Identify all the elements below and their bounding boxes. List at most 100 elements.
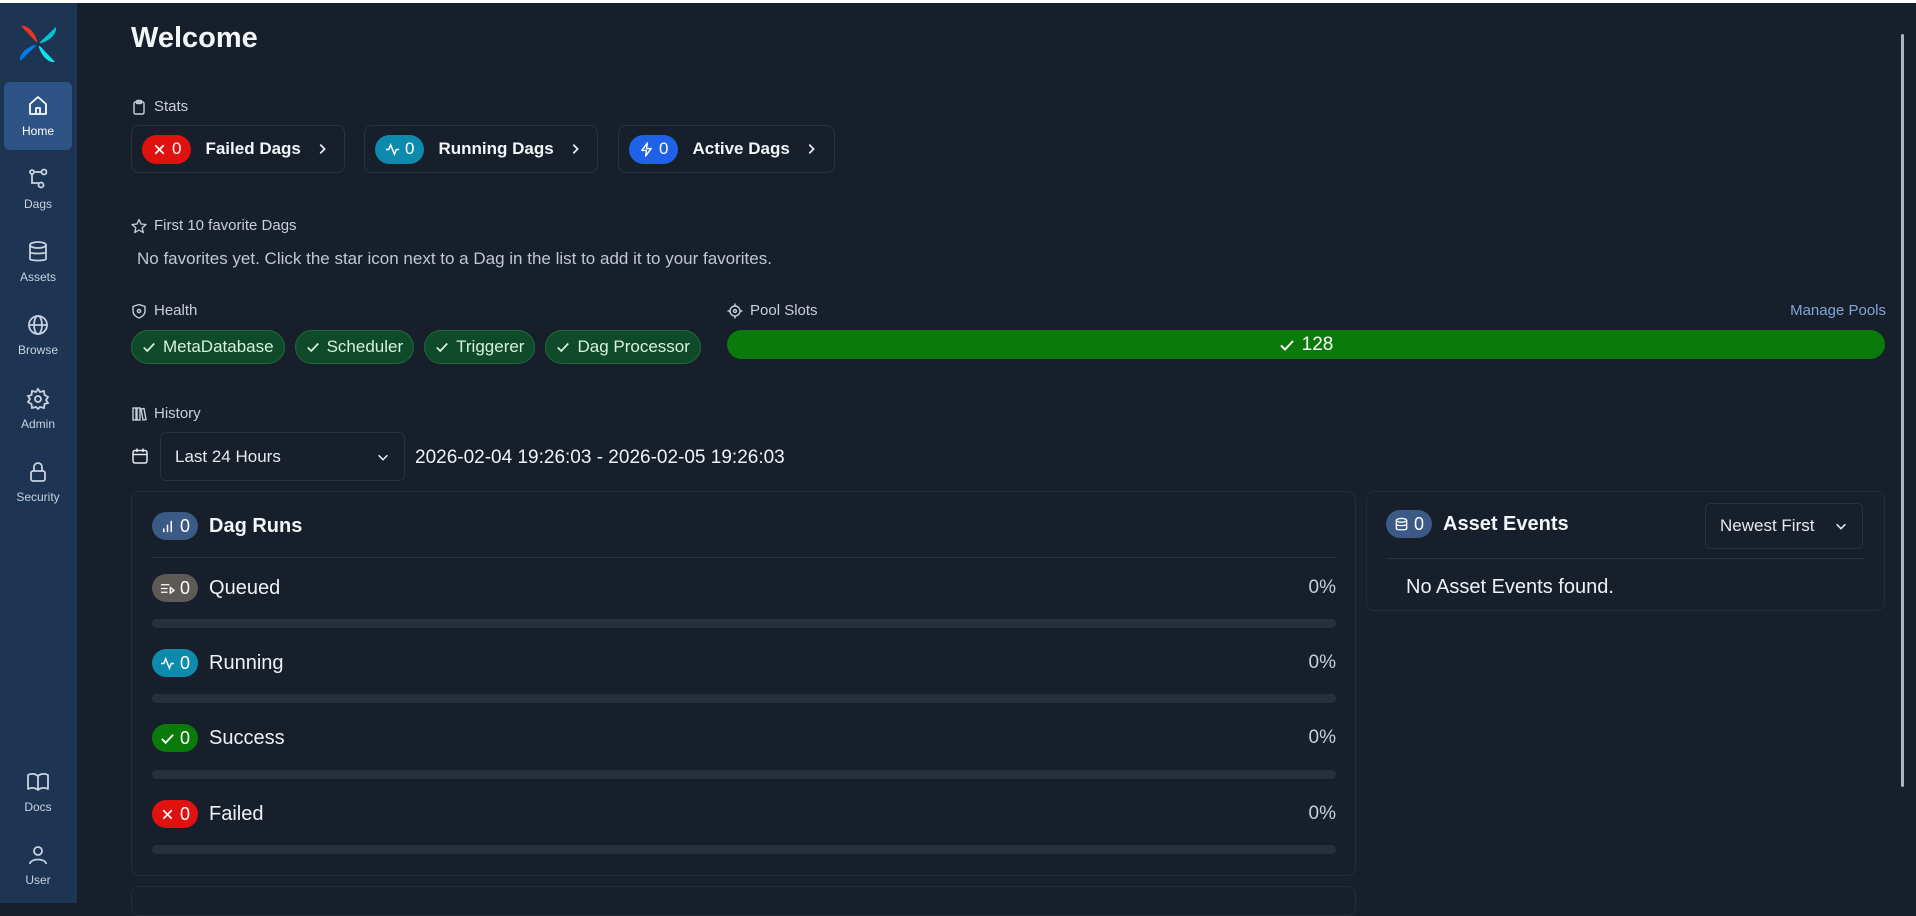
sort-value: Newest First	[1720, 516, 1815, 535]
asset-events-title: Asset Events	[1443, 512, 1569, 535]
check-icon	[143, 342, 155, 353]
chevron-down-icon	[1836, 523, 1846, 530]
pool-slots-value: 128	[1301, 333, 1334, 355]
chevron-down-icon	[378, 454, 388, 461]
active-dags-title: Active Dags	[692, 139, 790, 158]
sidebar-item-docs[interactable]: Docs	[4, 758, 72, 826]
sidebar-item-dags[interactable]: Dags	[4, 155, 72, 223]
queued-count: 0	[180, 577, 191, 598]
history-label: History	[154, 405, 201, 422]
active-dags-count: 0	[659, 139, 669, 158]
manage-pools-link[interactable]: Manage Pools	[1790, 302, 1886, 319]
home-icon	[29, 96, 47, 115]
sidebar-item-label: Docs	[24, 800, 52, 814]
failed-progress-bar	[152, 845, 1336, 854]
bar-chart-icon	[163, 520, 172, 532]
check-icon	[557, 342, 570, 353]
state-row-failed: 0 Failed 0%	[152, 800, 1336, 828]
failed-dags-title: Failed Dags	[205, 139, 301, 158]
x-icon	[162, 809, 173, 819]
page-scrollbar[interactable]	[1901, 34, 1904, 787]
state-row-queued: 0 Queued 0%	[152, 574, 1336, 602]
health-section-label: Health	[131, 302, 197, 319]
sidebar: Home Dags Assets Browse Admin Security D…	[0, 3, 77, 903]
queue-icon	[160, 583, 175, 594]
failed-dags-count: 0	[172, 139, 182, 158]
shield-icon	[132, 303, 146, 319]
running-dags-count: 0	[405, 139, 415, 158]
running-label: Running	[209, 651, 284, 674]
asset-events-count-badge: 0	[1386, 510, 1433, 538]
success-progress-bar	[152, 770, 1336, 779]
state-row-running: 0 Running 0%	[152, 649, 1336, 677]
success-badge: 0	[152, 724, 199, 752]
page-title: Welcome	[131, 22, 258, 54]
health-dag-processor-badge: Dag Processor	[545, 330, 701, 364]
running-badge: 0	[152, 649, 199, 677]
check-icon	[436, 342, 449, 353]
sidebar-item-security[interactable]: Security	[4, 448, 72, 516]
failed-badge: 0	[152, 800, 199, 828]
crosshair-icon	[727, 303, 743, 318]
activity-icon	[160, 656, 175, 670]
failed-dags-card[interactable]: 0 Failed Dags	[131, 125, 345, 173]
sidebar-item-label: Assets	[19, 270, 56, 284]
asset-events-count: 0	[1414, 513, 1425, 534]
sidebar-item-label: Browse	[17, 343, 58, 357]
star-icon	[131, 218, 147, 233]
pool-slots-section-label: Pool Slots	[727, 302, 818, 319]
dag-runs-title: Dag Runs	[209, 514, 303, 537]
health-scheduler-badge: Scheduler	[294, 330, 415, 364]
queued-label: Queued	[209, 576, 281, 599]
pool-slots-label: Pool Slots	[750, 302, 818, 319]
chevron-right-icon	[804, 142, 818, 156]
favorites-section-label: First 10 favorite Dags	[131, 217, 297, 234]
sidebar-item-browse[interactable]: Browse	[4, 301, 72, 369]
asset-events-sort-select[interactable]: Newest First	[1705, 503, 1863, 549]
time-range-value: Last 24 Hours	[175, 446, 281, 466]
queued-progress-bar	[152, 619, 1336, 628]
next-panel-edge	[131, 886, 1356, 916]
chevron-right-icon	[568, 142, 582, 156]
sidebar-item-home[interactable]: Home	[4, 82, 72, 150]
failed-percent: 0%	[1308, 803, 1336, 824]
sidebar-item-assets[interactable]: Assets	[4, 228, 72, 296]
health-badge-label: Triggerer	[456, 337, 525, 356]
success-count: 0	[180, 727, 191, 748]
panel-divider	[1386, 558, 1864, 559]
book-icon	[27, 773, 49, 791]
history-section-label: History	[131, 405, 201, 422]
globe-icon	[28, 315, 48, 335]
sidebar-item-label: Dags	[23, 197, 52, 211]
database-icon	[29, 241, 47, 262]
clipboard-icon	[133, 99, 145, 115]
health-badge-label: Dag Processor	[577, 337, 690, 356]
health-metadatabase-badge: MetaDatabase	[131, 330, 285, 364]
time-range-select[interactable]: Last 24 Hours	[160, 432, 405, 481]
sidebar-item-label: User	[25, 873, 51, 887]
dag-runs-count-badge: 0	[152, 512, 199, 540]
dag-runs-count: 0	[180, 515, 191, 536]
stats-section-label: Stats	[131, 98, 188, 115]
check-icon	[161, 733, 174, 744]
sidebar-item-admin[interactable]: Admin	[4, 375, 72, 443]
x-icon	[154, 144, 165, 154]
date-range-text: 2026-02-04 19:26:03 - 2026-02-05 19:26:0…	[415, 447, 785, 468]
gear-icon	[26, 387, 50, 411]
airflow-logo[interactable]	[17, 23, 59, 65]
sidebar-item-label: Home	[21, 124, 54, 138]
dags-icon	[29, 168, 48, 189]
running-dags-badge: 0	[375, 134, 425, 164]
running-dags-title: Running Dags	[438, 139, 554, 158]
active-dags-card[interactable]: 0 Active Dags	[618, 125, 835, 173]
running-dags-card[interactable]: 0 Running Dags	[364, 125, 598, 173]
panel-divider	[152, 557, 1336, 558]
running-percent: 0%	[1308, 652, 1336, 673]
pool-slots-bar[interactable]: 128	[727, 330, 1885, 359]
active-dags-badge: 0	[629, 134, 679, 164]
database-icon	[1395, 517, 1408, 530]
check-icon	[306, 342, 319, 353]
favorites-label: First 10 favorite Dags	[154, 217, 297, 234]
sidebar-item-user[interactable]: User	[4, 831, 72, 899]
favorites-empty-message: No favorites yet. Click the star icon ne…	[137, 249, 772, 268]
